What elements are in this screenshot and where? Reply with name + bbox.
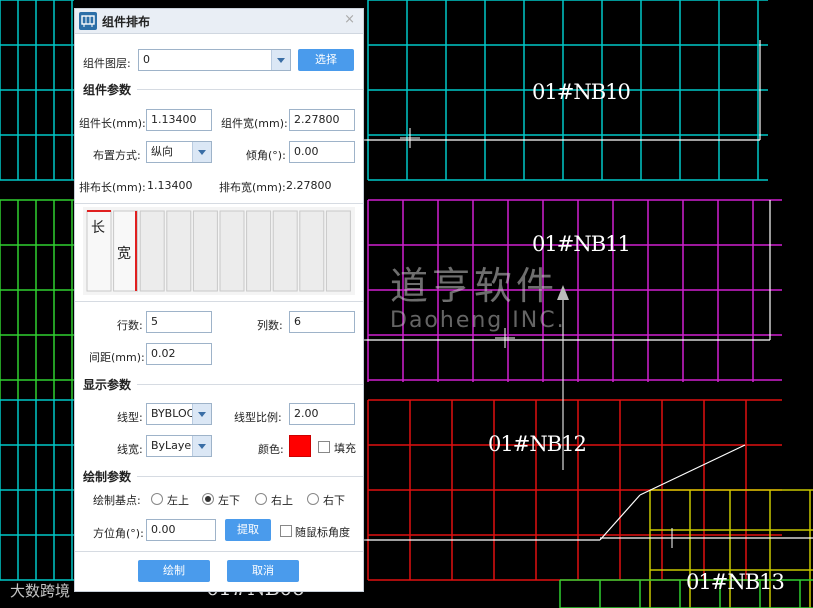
layout-select-value: 纵向	[151, 145, 173, 158]
preview-long-label: 长	[91, 220, 105, 236]
layer-select-value: 0	[143, 53, 150, 66]
preview-cell	[325, 210, 351, 292]
divider	[137, 89, 363, 90]
length-label: 组件长(mm):	[79, 117, 146, 130]
chevron-down-icon[interactable]	[192, 142, 211, 162]
lineweight-select[interactable]: ByLayer	[146, 435, 212, 457]
cancel-button[interactable]: 取消	[227, 560, 299, 582]
preview-cell	[166, 210, 192, 292]
radio-top-right-label: 右上	[271, 494, 293, 507]
radio-bottom-left-label: 左下	[218, 494, 240, 507]
preview-cell	[272, 210, 298, 292]
azimuth-label: 方位角(°):	[93, 527, 144, 540]
length-input[interactable]: 1.13400	[146, 109, 212, 131]
cad-label-nb11: 01#NB11	[532, 232, 631, 256]
draw-params-heading: 绘制参数	[83, 470, 132, 484]
radio-top-left-label: 左上	[167, 494, 189, 507]
watermark-text-en: Daoheng INC.	[390, 308, 566, 333]
spacing-input[interactable]: 0.02	[146, 343, 212, 365]
linescale-label: 线型比例:	[234, 411, 282, 424]
chevron-down-icon[interactable]	[192, 436, 211, 456]
extract-button[interactable]: 提取	[225, 519, 271, 541]
dialog-titlebar[interactable]: 组件排布 ×	[75, 9, 363, 34]
component-layout-dialog: 组件排布 × 组件图层: 0 选择 组件参数 组件长(mm): 1.13400 …	[74, 8, 364, 592]
linetype-select[interactable]: BYBLOC	[146, 403, 212, 425]
cols-input[interactable]: 6	[289, 311, 355, 333]
basepoint-label: 绘制基点:	[93, 494, 141, 507]
watermark-text-cn: 道亨软件	[390, 264, 559, 308]
radio-top-left[interactable]	[151, 493, 163, 505]
width-input[interactable]: 2.27800	[289, 109, 355, 131]
cad-label-nb10: 01#NB10	[532, 80, 631, 104]
close-icon[interactable]: ×	[344, 12, 355, 27]
dialog-title: 组件排布	[102, 15, 151, 29]
layout-select[interactable]: 纵向	[146, 141, 212, 163]
follow-mouse-label: 随鼠标角度	[295, 526, 350, 539]
arrange-length-label: 排布长(mm):	[79, 181, 146, 194]
lineweight-select-value: ByLayer	[151, 439, 196, 452]
linescale-input[interactable]: 2.00	[289, 403, 355, 425]
radio-bottom-left[interactable]	[202, 493, 214, 505]
fill-checkbox[interactable]	[318, 441, 330, 453]
cad-label-nb12: 01#NB12	[488, 432, 587, 456]
color-label: 颜色:	[258, 443, 284, 456]
arrange-width-value: 2.27800	[286, 179, 332, 192]
azimuth-input[interactable]: 0.00	[146, 519, 216, 541]
follow-mouse-checkbox[interactable]	[280, 525, 292, 537]
draw-button[interactable]: 绘制	[138, 560, 210, 582]
rows-input[interactable]: 5	[146, 311, 212, 333]
layer-label: 组件图层:	[83, 57, 131, 70]
lineweight-label: 线宽:	[117, 443, 143, 456]
display-params-heading: 显示参数	[83, 378, 132, 392]
divider	[75, 301, 363, 302]
preview-cell	[299, 210, 325, 292]
arrow-marker	[557, 285, 569, 300]
component-params-heading: 组件参数	[83, 83, 132, 97]
watermark-bottom-left: 大数跨境	[10, 582, 71, 600]
divider	[137, 476, 363, 477]
tilt-input[interactable]: 0.00	[289, 141, 355, 163]
arrange-length-value: 1.13400	[147, 179, 193, 192]
layout-label: 布置方式:	[93, 149, 141, 162]
cad-line	[639, 444, 746, 496]
preview-cell	[219, 210, 245, 292]
linetype-label: 线型:	[117, 411, 143, 424]
chevron-down-icon[interactable]	[271, 50, 290, 70]
preview-cell	[139, 210, 165, 292]
cols-label: 列数:	[257, 319, 283, 332]
layer-select[interactable]: 0	[138, 49, 291, 71]
rows-label: 行数:	[117, 319, 143, 332]
select-layer-button[interactable]: 选择	[298, 49, 354, 71]
width-label: 组件宽(mm):	[221, 117, 288, 130]
cad-label-nb13: 01#NB13	[686, 570, 785, 594]
tilt-label: 倾角(°):	[246, 149, 286, 162]
divider	[137, 384, 363, 385]
divider	[75, 203, 363, 204]
chevron-down-icon[interactable]	[192, 404, 211, 424]
divider	[75, 551, 363, 552]
spacing-label: 间距(mm):	[89, 351, 145, 364]
preview-cell	[192, 210, 218, 292]
fill-label: 填充	[334, 442, 356, 455]
radio-bottom-right-label: 右下	[323, 494, 345, 507]
arrange-width-label: 排布宽(mm):	[219, 181, 286, 194]
preview-cell	[246, 210, 272, 292]
radio-bottom-right[interactable]	[307, 493, 319, 505]
linetype-select-value: BYBLOC	[151, 407, 195, 420]
app-icon	[79, 12, 97, 30]
preview-wide-label: 宽	[117, 246, 131, 262]
color-swatch[interactable]	[289, 435, 311, 457]
radio-top-right[interactable]	[255, 493, 267, 505]
